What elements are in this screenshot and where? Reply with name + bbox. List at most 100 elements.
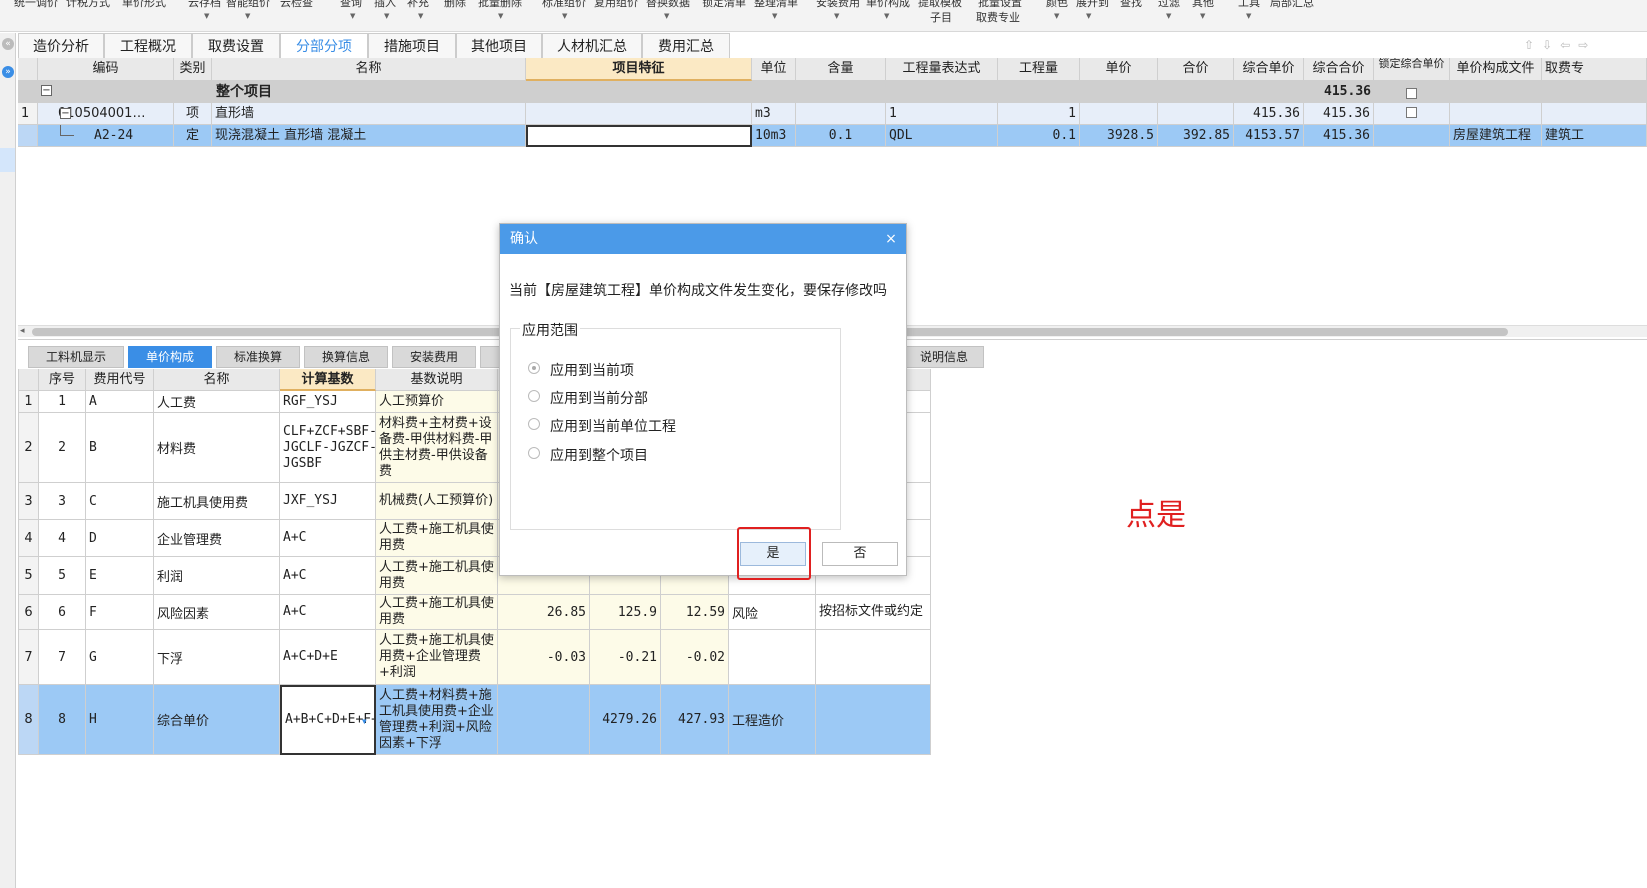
cell-calc-base[interactable]: RGF_YSJ xyxy=(280,391,376,413)
tab-price-composition[interactable]: 单价构成 xyxy=(128,346,212,368)
lock-checkbox[interactable] xyxy=(1406,86,1417,101)
cell-fee-code[interactable]: E xyxy=(86,557,154,595)
cell-seq[interactable]: 4 xyxy=(39,520,86,557)
toolbar-item[interactable]: 单价形式 xyxy=(122,0,166,9)
cell-note[interactable] xyxy=(816,630,931,685)
cell-seq[interactable]: 3 xyxy=(39,483,86,520)
tab-labor-material-display[interactable]: 工料机显示 xyxy=(28,346,124,368)
cell-expr[interactable]: 1 xyxy=(886,103,998,125)
cell-qty[interactable]: 0.1 xyxy=(998,125,1080,147)
cell-fee-code[interactable]: D xyxy=(86,520,154,557)
header-expr[interactable]: 工程量表达式 xyxy=(886,58,998,81)
toolbar-item[interactable]: 单价构成 xyxy=(866,0,910,9)
chevron-down-icon[interactable]: ▼ xyxy=(245,12,250,20)
option-current-unit[interactable]: 应用到当前单位工程 xyxy=(550,416,676,436)
cell-calc-base[interactable]: A+C xyxy=(280,520,376,557)
cell-total[interactable]: 415.36 xyxy=(1304,125,1374,147)
cell-fee-name[interactable]: 风险因素 xyxy=(154,595,280,630)
radio-current-item[interactable] xyxy=(528,362,540,374)
cell-calc-base[interactable]: JXF_YSJ xyxy=(280,483,376,520)
cell-base-desc[interactable]: 人工费+施工机具使用费 xyxy=(376,520,498,557)
toolbar-item[interactable]: 展开到 xyxy=(1076,0,1109,9)
header-name[interactable]: 名称 xyxy=(212,58,526,81)
cell-qty[interactable]: 1 xyxy=(998,103,1080,125)
cell-lock[interactable] xyxy=(1374,125,1450,147)
toolbar-item[interactable]: 查找 xyxy=(1120,0,1142,9)
cell-amount[interactable]: 392.85 xyxy=(1158,125,1234,147)
cell-code[interactable]: 010504001… xyxy=(38,103,174,125)
tab-fee-summary[interactable]: 费用汇总 xyxy=(642,33,730,59)
cell-seq[interactable]: 2 xyxy=(39,413,86,483)
cell-expr[interactable]: QDL xyxy=(886,125,998,147)
move-right-icon[interactable]: ⇨ xyxy=(1578,38,1596,52)
lock-checkbox[interactable] xyxy=(1374,103,1450,125)
toolbar-item[interactable]: 云存档 xyxy=(188,0,221,9)
cell-fee-name[interactable]: 综合单价 xyxy=(154,685,280,755)
toolbar-item[interactable]: 查询 xyxy=(340,0,362,9)
cell-fee-type[interactable]: 建筑工 xyxy=(1542,125,1647,147)
move-down-icon[interactable]: ⇩ xyxy=(1542,38,1560,52)
cell-fee-code[interactable]: C xyxy=(86,483,154,520)
collapse-toggle-icon[interactable]: − xyxy=(60,108,71,119)
toolbar-item[interactable]: 批量设置 xyxy=(978,0,1022,9)
header-fee-code[interactable]: 费用代号 xyxy=(86,369,154,391)
header-type[interactable]: 类别 xyxy=(174,58,212,81)
chevron-down-icon[interactable]: ▼ xyxy=(350,12,355,20)
cell-price[interactable] xyxy=(1080,103,1158,125)
header-fee-type[interactable]: 取费专 xyxy=(1542,58,1647,81)
header-content[interactable]: 含量 xyxy=(796,58,886,81)
tab-cost-analysis[interactable]: 造价分析 xyxy=(18,33,104,59)
chevron-down-icon[interactable]: ▼ xyxy=(1054,12,1059,20)
tab-conversion-info[interactable]: 换算信息 xyxy=(304,346,388,368)
cell-unit-price[interactable]: 4153.57 xyxy=(1234,125,1304,147)
cell-category[interactable]: 工程造价 xyxy=(729,685,816,755)
cell-amount[interactable] xyxy=(1158,103,1234,125)
cell-fee-name[interactable]: 材料费 xyxy=(154,413,280,483)
cell-price-file[interactable]: 房屋建筑工程 xyxy=(1450,125,1542,147)
header-unit[interactable]: 单位 xyxy=(752,58,796,81)
cell-category[interactable]: 风险 xyxy=(729,595,816,630)
tab-sub-items[interactable]: 分部分项 xyxy=(280,33,368,59)
tab-hidden[interactable] xyxy=(480,346,500,368)
cell-price-file[interactable] xyxy=(1450,103,1542,125)
cell-fee-code[interactable]: H xyxy=(86,685,154,755)
chevron-down-icon[interactable]: ▼ xyxy=(1166,12,1171,20)
toolbar-item[interactable]: 颜色 xyxy=(1046,0,1068,9)
header-price[interactable]: 单价 xyxy=(1080,58,1158,81)
cell-calc-base[interactable]: CLF+ZCF+SBF-JGCLF-JGZCF-JGSBF xyxy=(280,413,376,483)
move-left-icon[interactable]: ⇦ xyxy=(1560,38,1578,52)
chevron-down-icon[interactable]: ▼ xyxy=(1086,12,1091,20)
cell-amount[interactable]: 4279.26 xyxy=(590,685,661,755)
nav-arrows[interactable]: ⇧⇩⇦⇨ xyxy=(1524,38,1596,52)
cell-content[interactable]: 0.1 xyxy=(796,125,886,147)
cell-fee-code[interactable]: A xyxy=(86,391,154,413)
scroll-left-icon[interactable]: ◂ xyxy=(20,326,25,336)
toolbar-item[interactable]: 插入 xyxy=(374,0,396,9)
cell-fee-type[interactable] xyxy=(1542,103,1647,125)
chevron-down-icon[interactable]: ▼ xyxy=(1200,12,1205,20)
cell-note[interactable]: 按招标文件或约定 xyxy=(816,595,931,630)
toolbar-item[interactable]: 复用组价 xyxy=(594,0,638,9)
cell-unit[interactable]: m3 xyxy=(752,103,796,125)
header-lock-price[interactable]: 锁定综合单价 xyxy=(1374,58,1450,81)
option-whole-project[interactable]: 应用到整个项目 xyxy=(550,445,648,465)
header-feature[interactable]: 项目特征 xyxy=(526,58,752,81)
toolbar-item[interactable]: 统一调价 xyxy=(14,0,58,9)
cell-type[interactable]: 定 xyxy=(174,125,212,147)
cell-seq[interactable]: 1 xyxy=(39,391,86,413)
tab-install-fee[interactable]: 安装费用 xyxy=(392,346,476,368)
cell-price[interactable]: 3928.5 xyxy=(1080,125,1158,147)
cell-rate[interactable]: -0.03 xyxy=(498,630,590,685)
cell-total[interactable]: 427.93 xyxy=(661,685,729,755)
expand-icon[interactable]: » xyxy=(2,66,14,78)
cell-seq[interactable]: 8 xyxy=(39,685,86,755)
chevron-down-icon[interactable]: ▼ xyxy=(562,12,567,20)
cell-seq[interactable]: 6 xyxy=(39,595,86,630)
tab-labor-material-summary[interactable]: 人材机汇总 xyxy=(542,33,642,59)
cell-fee-name[interactable]: 利润 xyxy=(154,557,280,595)
toolbar-item[interactable]: 取费专业 xyxy=(976,11,1020,24)
chevron-down-icon[interactable]: ▼ xyxy=(664,12,669,20)
cell-name[interactable]: 现浇混凝土 直形墙 混凝土 xyxy=(212,125,526,147)
toolbar-item[interactable]: 智能组价 xyxy=(226,0,270,9)
cell-base-desc[interactable]: 机械费(人工预算价) xyxy=(376,483,498,520)
